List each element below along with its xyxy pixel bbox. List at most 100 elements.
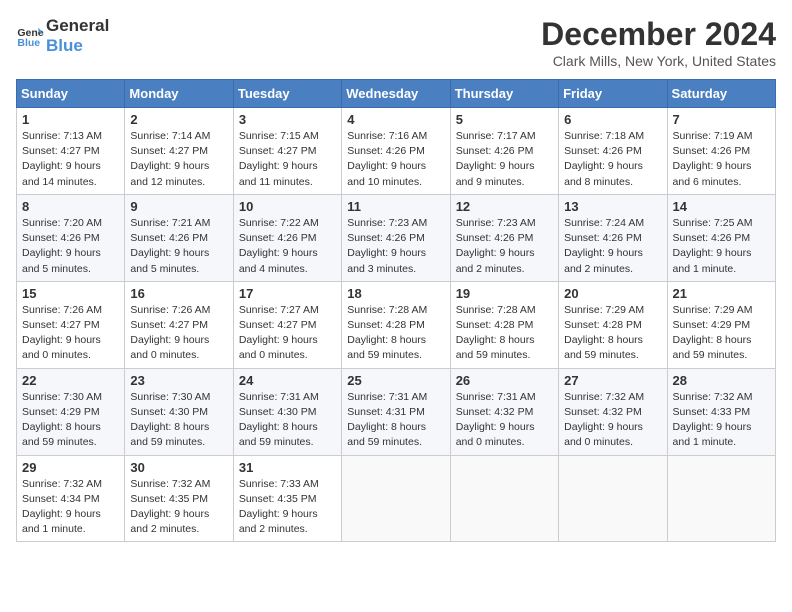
sunrise-text: Sunrise: 7:26 AM (22, 304, 102, 316)
calendar-cell: 28 Sunrise: 7:32 AM Sunset: 4:33 PM Dayligh… (667, 368, 775, 455)
calendar-cell: 21Sunrise: 7:29 AMSunset: 4:29 PMDayligh… (667, 281, 775, 368)
calendar-cell: 9 Sunrise: 7:21 AMSunset: 4:26 PMDaylight… (125, 194, 233, 281)
daylight-text: Daylight: 9 hours and 0 minutes. (239, 334, 318, 361)
daylight-text: Daylight: 9 hours and 5 minutes. (130, 247, 209, 274)
sunrise-text: Sunrise: 7:29 AM (673, 304, 753, 316)
day-info: Sunrise: 7:31 AMSunset: 4:32 PMDaylight:… (456, 390, 553, 451)
daylight-text: Daylight: 9 hours and 2 minutes. (456, 247, 535, 274)
sunset-text: Sunset: 4:28 PM (347, 319, 425, 331)
sunset-text: Sunset: 4:29 PM (673, 319, 751, 331)
calendar-week-2: 8Sunrise: 7:20 AMSunset: 4:26 PMDaylight… (17, 194, 776, 281)
day-info: Sunrise: 7:31 AMSunset: 4:31 PMDaylight:… (347, 390, 444, 451)
day-number: 31 (239, 460, 336, 475)
daylight-text: Daylight: 9 hours and 10 minutes. (347, 160, 426, 187)
calendar-cell: 3Sunrise: 7:15 AMSunset: 4:27 PMDaylight… (233, 108, 341, 195)
daylight-text: Daylight: 9 hours and 2 minutes. (130, 508, 209, 535)
calendar-cell: 29 Sunrise: 7:32 AM Sunset: 4:34 PM Dayligh… (17, 455, 125, 542)
daylight-text: Daylight: 8 hours and 59 minutes. (239, 421, 318, 448)
page-header: General Blue General Blue December 2024 … (16, 16, 776, 69)
sunrise-text: Sunrise: 7:17 AM (456, 130, 536, 142)
sunset-text: Sunset: 4:27 PM (239, 319, 317, 331)
calendar-table: SundayMondayTuesdayWednesdayThursdayFrid… (16, 79, 776, 542)
calendar-cell: 25Sunrise: 7:31 AMSunset: 4:31 PMDayligh… (342, 368, 450, 455)
day-info: Sunrise: 7:14 AMSunset: 4:27 PMDaylight:… (130, 129, 227, 190)
day-number: 7 (673, 112, 770, 127)
logo-icon: General Blue (16, 22, 44, 50)
day-info: Sunrise: 7:31 AMSunset: 4:30 PMDaylight:… (239, 390, 336, 451)
daylight-text: Daylight: 9 hours and 0 minutes. (456, 421, 535, 448)
day-info: Sunrise: 7:32 AM Sunset: 4:33 PM Daylight:… (673, 390, 770, 451)
day-number: 29 (22, 460, 119, 475)
sunrise-text: Sunrise: 7:31 AM (347, 391, 427, 403)
sunrise-text: Sunrise: 7:33 AM (239, 478, 319, 490)
day-number: 9 (130, 199, 227, 214)
daylight-text: Daylight: 9 hours and 1 minute. (22, 508, 101, 535)
day-number: 24 (239, 373, 336, 388)
daylight-text: Daylight: 8 hours and 59 minutes. (673, 334, 752, 361)
sunrise-text: Sunrise: 7:30 AM (22, 391, 102, 403)
weekday-saturday: Saturday (667, 80, 775, 108)
day-info: Sunrise: 7:13 AMSunset: 4:27 PMDaylight:… (22, 129, 119, 190)
sunrise-text: Sunrise: 7:32 AM (564, 391, 644, 403)
day-number: 16 (130, 286, 227, 301)
weekday-monday: Monday (125, 80, 233, 108)
sunset-text: Sunset: 4:34 PM (22, 493, 100, 505)
daylight-text: Daylight: 8 hours and 59 minutes. (456, 334, 535, 361)
sunrise-text: Sunrise: 7:24 AM (564, 217, 644, 229)
day-number: 27 (564, 373, 661, 388)
sunrise-text: Sunrise: 7:26 AM (130, 304, 210, 316)
day-info: Sunrise: 7:19 AMSunset: 4:26 PMDaylight:… (673, 129, 770, 190)
daylight-text: Daylight: 9 hours and 1 minute. (673, 421, 752, 448)
daylight-text: Daylight: 9 hours and 1 minute. (673, 247, 752, 274)
calendar-cell: 6Sunrise: 7:18 AMSunset: 4:26 PMDaylight… (559, 108, 667, 195)
sunset-text: Sunset: 4:35 PM (239, 493, 317, 505)
sunrise-text: Sunrise: 7:16 AM (347, 130, 427, 142)
calendar-cell (450, 455, 558, 542)
day-number: 11 (347, 199, 444, 214)
month-title: December 2024 (541, 16, 776, 53)
day-info: Sunrise: 7:22 AMSunset: 4:26 PMDaylight:… (239, 216, 336, 277)
calendar-body: 1 Sunrise: 7:13 AMSunset: 4:27 PMDaylight… (17, 108, 776, 542)
day-number: 1 (22, 112, 119, 127)
sunrise-text: Sunrise: 7:14 AM (130, 130, 210, 142)
day-number: 5 (456, 112, 553, 127)
calendar-cell (342, 455, 450, 542)
sunset-text: Sunset: 4:26 PM (239, 232, 317, 244)
calendar-cell: 26 Sunrise: 7:31 AMSunset: 4:32 PMDayligh… (450, 368, 558, 455)
day-info: Sunrise: 7:28 AMSunset: 4:28 PMDaylight:… (456, 303, 553, 364)
sunrise-text: Sunrise: 7:25 AM (673, 217, 753, 229)
daylight-text: Daylight: 9 hours and 9 minutes. (456, 160, 535, 187)
sunset-text: Sunset: 4:35 PM (130, 493, 208, 505)
sunrise-text: Sunrise: 7:32 AM (673, 391, 753, 403)
day-number: 28 (673, 373, 770, 388)
daylight-text: Daylight: 9 hours and 0 minutes. (22, 334, 101, 361)
daylight-text: Daylight: 9 hours and 0 minutes. (130, 334, 209, 361)
calendar-cell: 18Sunrise: 7:28 AMSunset: 4:28 PMDayligh… (342, 281, 450, 368)
day-info: Sunrise: 7:21 AMSunset: 4:26 PMDaylight:… (130, 216, 227, 277)
day-number: 12 (456, 199, 553, 214)
day-number: 26 (456, 373, 553, 388)
sunset-text: Sunset: 4:27 PM (22, 319, 100, 331)
sunrise-text: Sunrise: 7:28 AM (347, 304, 427, 316)
sunset-text: Sunset: 4:27 PM (130, 145, 208, 157)
day-number: 20 (564, 286, 661, 301)
sunset-text: Sunset: 4:33 PM (673, 406, 751, 418)
sunrise-text: Sunrise: 7:32 AM (22, 478, 102, 490)
sunset-text: Sunset: 4:28 PM (456, 319, 534, 331)
sunset-text: Sunset: 4:26 PM (673, 232, 751, 244)
weekday-thursday: Thursday (450, 80, 558, 108)
day-info: Sunrise: 7:17 AMSunset: 4:26 PMDaylight:… (456, 129, 553, 190)
daylight-text: Daylight: 9 hours and 14 minutes. (22, 160, 101, 187)
day-number: 30 (130, 460, 227, 475)
sunset-text: Sunset: 4:26 PM (564, 145, 642, 157)
sunrise-text: Sunrise: 7:23 AM (456, 217, 536, 229)
day-number: 23 (130, 373, 227, 388)
daylight-text: Daylight: 9 hours and 4 minutes. (239, 247, 318, 274)
calendar-cell: 12Sunrise: 7:23 AMSunset: 4:26 PMDayligh… (450, 194, 558, 281)
daylight-text: Daylight: 8 hours and 59 minutes. (347, 421, 426, 448)
day-number: 19 (456, 286, 553, 301)
weekday-friday: Friday (559, 80, 667, 108)
sunset-text: Sunset: 4:30 PM (239, 406, 317, 418)
sunset-text: Sunset: 4:27 PM (130, 319, 208, 331)
day-info: Sunrise: 7:32 AMSunset: 4:32 PMDaylight:… (564, 390, 661, 451)
